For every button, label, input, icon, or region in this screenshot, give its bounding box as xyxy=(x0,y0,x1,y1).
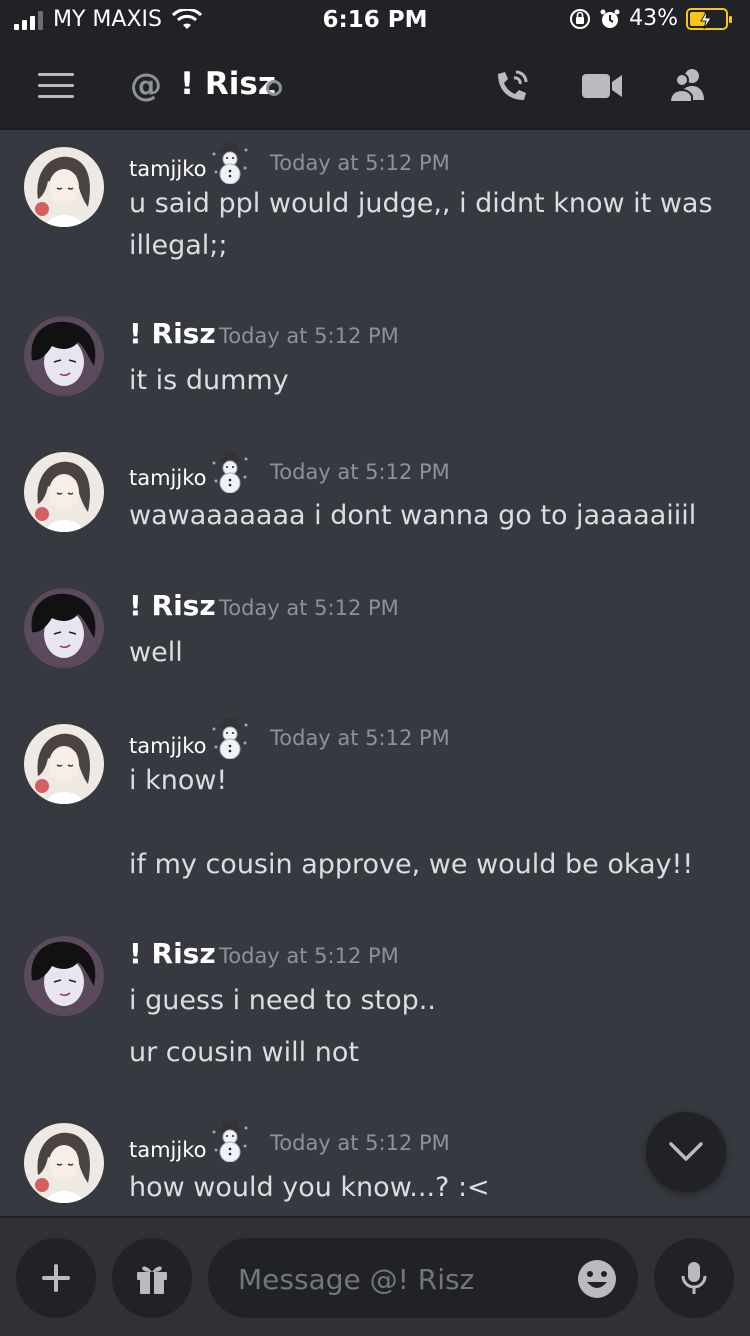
battery-percent: 43% xyxy=(629,6,678,31)
emoji-icon[interactable] xyxy=(576,1258,618,1300)
message-text: i guess i need to stop.. xyxy=(129,985,436,1016)
avatar-risz[interactable] xyxy=(24,316,104,396)
message-list[interactable]: tamjjko Today at 5:12 PM u said ppl woul… xyxy=(0,130,750,1216)
message-composer xyxy=(0,1216,750,1336)
channel-name: ! Risz xyxy=(180,66,276,102)
video-icon[interactable] xyxy=(580,64,624,108)
author-name[interactable]: tamjjko xyxy=(129,734,207,758)
avatar-tamjjko[interactable] xyxy=(24,147,104,227)
timestamp: Today at 5:12 PM xyxy=(270,460,450,484)
author-name[interactable]: tamjjko xyxy=(129,157,207,181)
microphone-icon xyxy=(681,1262,707,1294)
avatar-risz[interactable] xyxy=(24,936,104,1016)
battery-icon xyxy=(686,7,732,30)
author-name[interactable]: ! Risz xyxy=(129,317,216,350)
gift-button[interactable] xyxy=(112,1238,192,1318)
snowman-icon xyxy=(212,1121,248,1162)
timestamp: Today at 5:12 PM xyxy=(219,596,399,620)
plus-icon xyxy=(42,1264,70,1292)
message-text: ur cousin will not xyxy=(129,1037,359,1068)
chevron-down-icon xyxy=(669,1142,703,1161)
avatar-risz[interactable] xyxy=(24,588,104,668)
author-name[interactable]: ! Risz xyxy=(129,937,216,970)
avatar-tamjjko[interactable] xyxy=(24,452,104,532)
author-name[interactable]: ! Risz xyxy=(129,589,216,622)
timestamp: Today at 5:12 PM xyxy=(270,151,450,175)
avatar-tamjjko[interactable] xyxy=(24,1123,104,1203)
author-name[interactable]: tamjjko xyxy=(129,466,207,490)
message-text: if my cousin approve, we would be okay!! xyxy=(129,849,694,880)
message-text: it is dummy xyxy=(129,365,289,396)
members-icon[interactable] xyxy=(666,64,710,108)
jump-to-bottom-button[interactable] xyxy=(646,1112,726,1192)
channel-header: @ ! Risz xyxy=(0,42,750,130)
timestamp: Today at 5:12 PM xyxy=(270,726,450,750)
message-text: how would you know...? :< xyxy=(129,1172,490,1203)
timestamp: Today at 5:12 PM xyxy=(219,324,399,348)
message-text: u said ppl would judge,, i didnt know it… xyxy=(129,188,713,261)
timestamp: Today at 5:12 PM xyxy=(219,944,399,968)
message-input-container[interactable] xyxy=(208,1238,638,1318)
status-bar: MY MAXIS 6:16 PM 43% xyxy=(0,0,750,42)
gift-icon xyxy=(137,1266,167,1294)
timestamp: Today at 5:12 PM xyxy=(270,1131,450,1155)
message-text: wawaaaaaaa i dont wanna go to jaaaaaiiil xyxy=(129,500,697,531)
alarm-icon xyxy=(600,9,620,28)
orientation-lock-icon xyxy=(570,8,591,29)
message-text: well xyxy=(129,637,183,668)
author-name[interactable]: tamjjko xyxy=(129,1138,207,1162)
hamburger-icon[interactable] xyxy=(38,73,74,99)
call-icon[interactable] xyxy=(490,64,534,108)
message-text: i know! xyxy=(129,765,228,796)
add-attachment-button[interactable] xyxy=(16,1238,96,1318)
snowman-icon xyxy=(212,452,248,493)
snowman-icon xyxy=(212,143,248,184)
message-input[interactable] xyxy=(236,1256,560,1302)
voice-message-button[interactable] xyxy=(654,1238,734,1318)
at-icon: @ xyxy=(130,66,162,104)
snowman-icon xyxy=(212,718,248,759)
avatar-tamjjko[interactable] xyxy=(24,724,104,804)
presence-status-icon xyxy=(266,80,282,96)
